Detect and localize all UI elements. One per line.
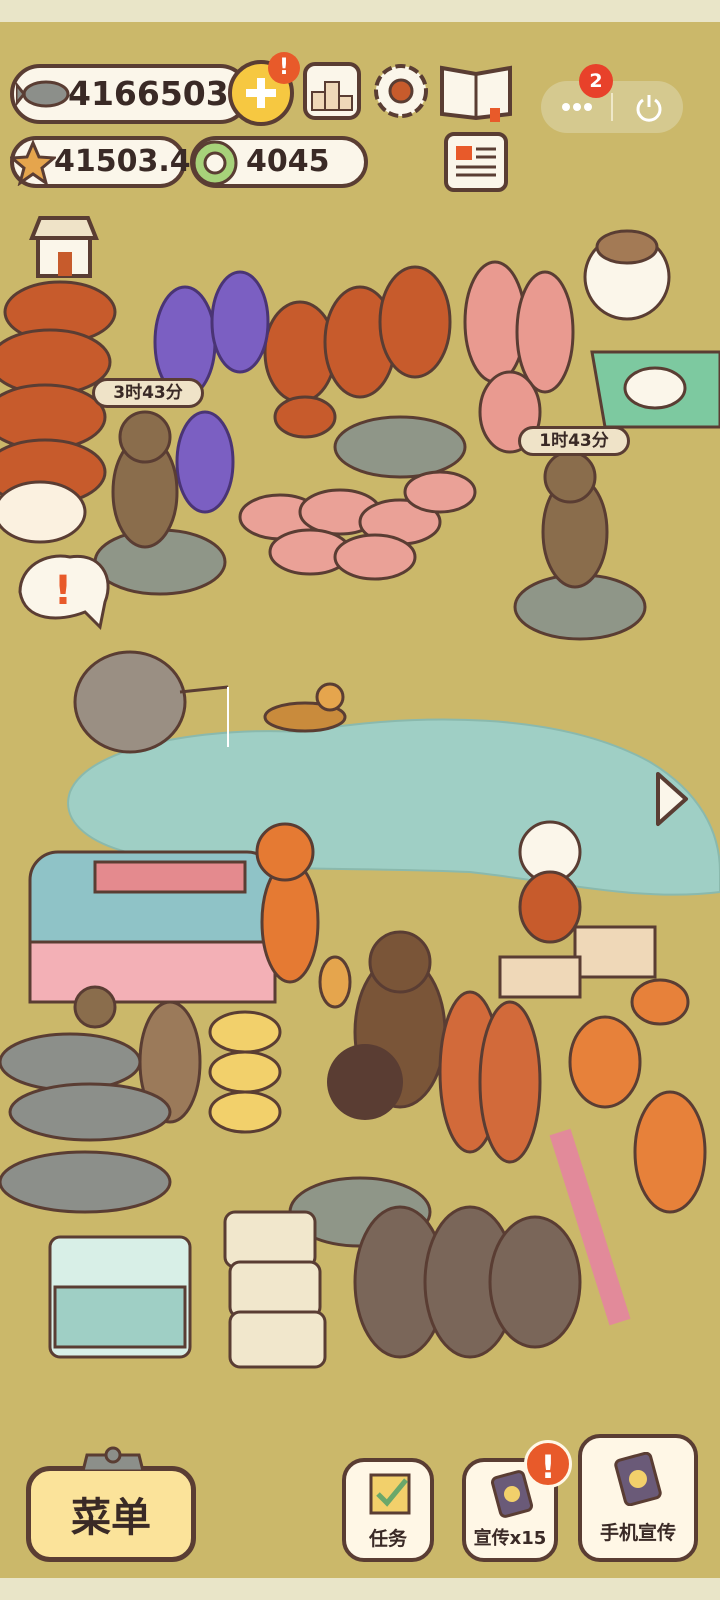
coin-icon <box>192 140 238 186</box>
phone-promote-button[interactable]: 手机宣传 <box>578 1434 698 1562</box>
podium-icon <box>311 81 353 111</box>
arrow-right-icon <box>656 772 688 826</box>
fish-amount: 41665038 <box>68 74 252 113</box>
coin-amount: 4045 <box>246 144 330 179</box>
duck-boat <box>263 682 347 733</box>
star-amount: 41503.4 <box>54 144 191 179</box>
white-cat <box>583 229 671 321</box>
album-button[interactable] <box>438 60 514 122</box>
gear-icon <box>374 64 428 118</box>
clownfish-pile <box>568 978 707 1214</box>
otter-right <box>541 450 609 589</box>
plus-icon <box>246 78 276 108</box>
fox <box>255 822 320 984</box>
more-icon <box>562 103 592 111</box>
ray-pile <box>223 1210 327 1369</box>
phone-icon <box>614 1452 662 1506</box>
promote-label: 宣传x15 <box>473 1528 547 1549</box>
coin-currency-pill: 4045 <box>190 136 368 188</box>
shrimp-pile-top-right <box>463 260 575 454</box>
menu-button[interactable]: 菜单 <box>26 1446 196 1562</box>
star-currency-pill: 41503.4 <box>10 136 191 188</box>
add-currency-alert-badge: ! <box>268 52 300 84</box>
timer-left: 3时43分 <box>92 378 204 408</box>
newspaper-icon <box>456 146 496 177</box>
shrimp-pile-center <box>238 470 477 581</box>
fish-currency-pill: 41665038 <box>10 64 252 124</box>
power-icon <box>636 95 662 122</box>
clipboard-icon <box>81 1446 145 1471</box>
sea-cucumber-pile <box>353 1205 582 1359</box>
crayfish-pile-middle <box>263 265 452 439</box>
ranking-button[interactable] <box>303 62 361 120</box>
close-miniapp-button[interactable] <box>615 81 683 133</box>
phone-promote-label: 手机宣传 <box>599 1522 676 1544</box>
capsule-divider <box>611 93 613 121</box>
miniapp-capsule <box>541 81 683 133</box>
settings-button[interactable] <box>372 62 430 120</box>
food-truck <box>28 850 277 1029</box>
sea-urchin <box>327 1044 403 1120</box>
timer-right: 1时43分 <box>518 426 630 456</box>
next-area-button[interactable] <box>652 770 690 828</box>
alert-bubble[interactable]: ! <box>46 568 80 614</box>
tasks-label: 任务 <box>368 1528 407 1550</box>
seahorse <box>318 955 352 1009</box>
top-status-strip <box>0 0 720 22</box>
bottom-nav-strip <box>0 1578 720 1600</box>
fish-icon <box>16 80 70 108</box>
crayfish-pile-left <box>0 280 117 544</box>
prawn-pile <box>438 990 542 1164</box>
otter-left <box>111 410 179 549</box>
shop-icon <box>29 216 99 278</box>
tasks-button[interactable]: 任务 <box>342 1458 434 1562</box>
game-scene <box>0 229 720 1369</box>
newspaper-button[interactable] <box>444 132 508 192</box>
promote-alert-badge: ! <box>524 1440 572 1488</box>
menu-label: 菜单 <box>71 1495 151 1541</box>
butterflyfish-pile <box>208 1010 282 1134</box>
star-icon <box>10 140 56 186</box>
checklist-icon <box>369 1473 411 1515</box>
green-flag <box>590 350 720 429</box>
more-notification-badge: 2 <box>579 64 613 98</box>
book-icon <box>440 65 512 122</box>
shop-button[interactable] <box>28 212 100 280</box>
aquarium <box>48 1235 192 1359</box>
